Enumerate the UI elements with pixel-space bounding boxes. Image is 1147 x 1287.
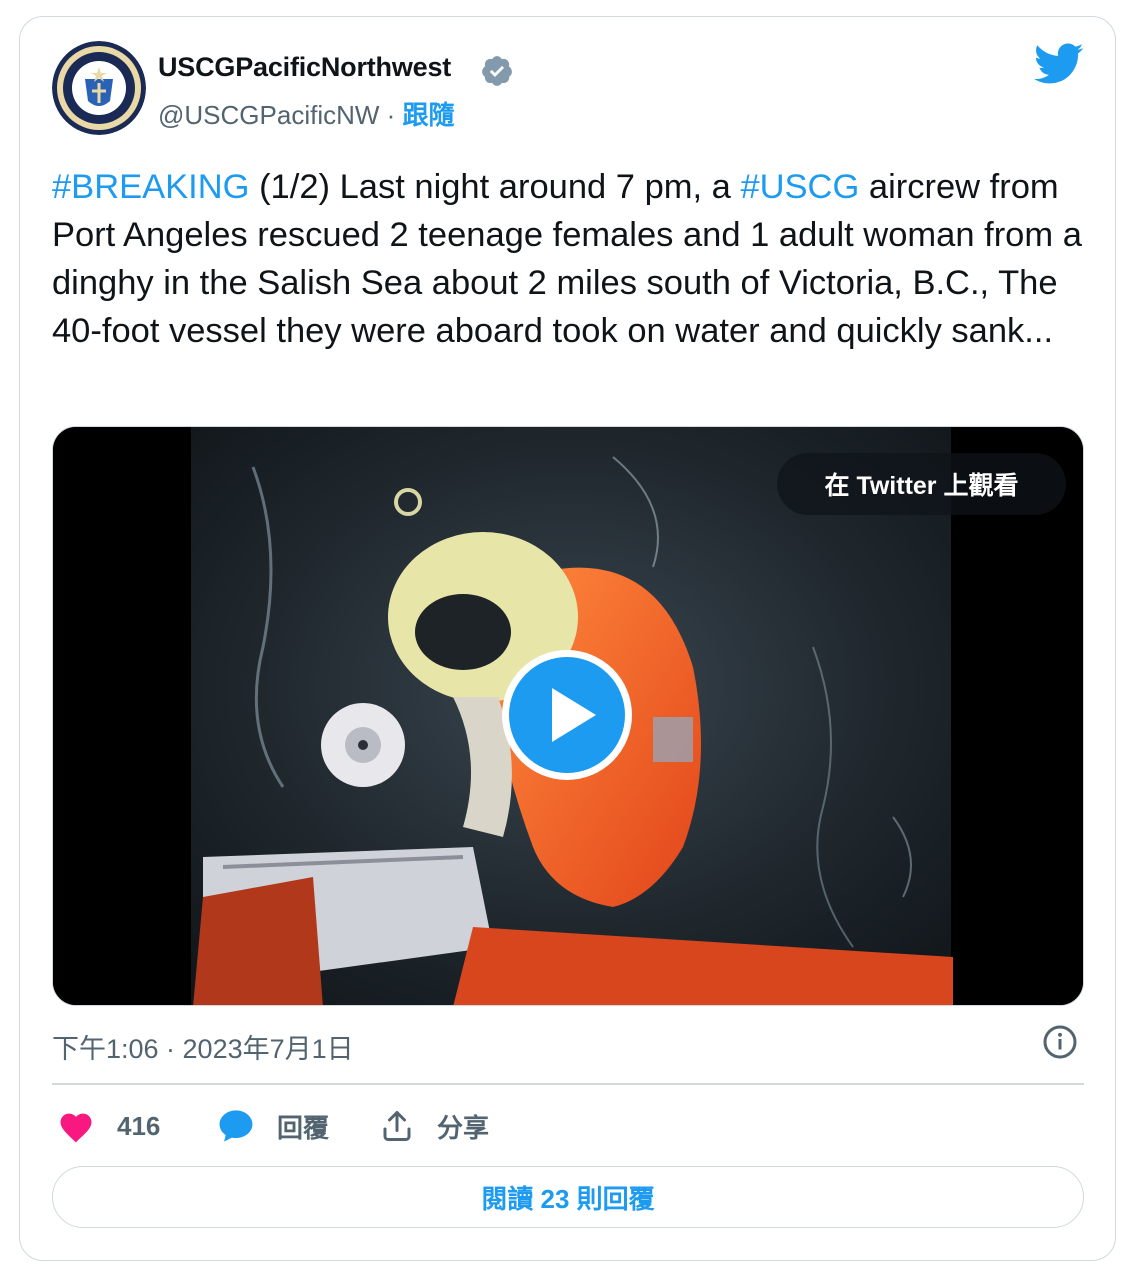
tweet-text: #BREAKING (1/2) Last night around 7 pm, …	[52, 163, 1092, 355]
share-button[interactable]: 分享	[379, 1104, 489, 1148]
like-count: 416	[117, 1110, 161, 1141]
tweet-text-part: (1/2) Last night around 7 pm, a	[249, 168, 741, 206]
follow-button[interactable]: 跟隨	[403, 100, 455, 130]
info-icon[interactable]	[1042, 1024, 1078, 1060]
handle-row: @USCGPacificNW · 跟隨	[158, 95, 455, 132]
heart-icon	[60, 1113, 92, 1143]
author-display-name[interactable]: USCGPacificNorthwest	[158, 52, 451, 83]
avatar[interactable]	[52, 41, 146, 135]
uscg-seal-icon	[52, 41, 146, 135]
reply-button[interactable]: 回覆	[217, 1104, 329, 1148]
twitter-bird-icon[interactable]	[1034, 42, 1084, 86]
tweet-timestamp[interactable]: 下午1:06 · 2023年7月1日	[52, 1027, 354, 1066]
hashtag-breaking[interactable]: #BREAKING	[52, 168, 249, 206]
like-button[interactable]: 416	[57, 1104, 160, 1148]
play-icon[interactable]	[500, 648, 634, 782]
author-handle[interactable]: @USCGPacificNW	[158, 100, 379, 130]
hashtag-uscg[interactable]: #USCG	[740, 168, 859, 206]
separator: ·	[386, 100, 396, 130]
verified-badge-icon	[482, 56, 512, 86]
read-replies-button[interactable]: 閱讀 23 則回覆	[52, 1166, 1084, 1228]
watch-on-twitter-button[interactable]: 在 Twitter 上觀看	[777, 453, 1066, 515]
reply-bubble-icon	[219, 1110, 253, 1142]
share-label: 分享	[437, 1112, 490, 1143]
share-upload-icon	[383, 1111, 411, 1141]
divider	[52, 1083, 1084, 1085]
reply-label: 回覆	[277, 1112, 330, 1143]
